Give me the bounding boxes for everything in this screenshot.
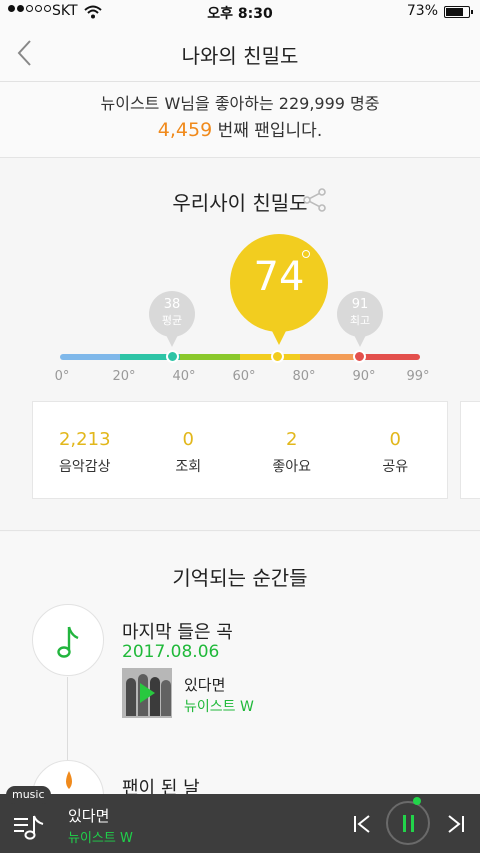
stat-views: 0 조회 bbox=[137, 402, 241, 498]
memories-section: 기억되는 순간들 마지막 들은 곡 2017.08.06 있다면 뉴이스트 W … bbox=[0, 532, 480, 794]
gauge-segment bbox=[300, 354, 360, 360]
next-track-icon[interactable] bbox=[444, 812, 468, 836]
gauge-tick: 0° bbox=[54, 369, 70, 384]
gauge-tick: 80° bbox=[292, 369, 316, 384]
activity-stats-card[interactable]: 2,213 음악감상 0 조회 2 좋아요 0 공유 bbox=[32, 401, 448, 499]
stat-listen: 2,213 음악감상 bbox=[33, 402, 137, 498]
average-label: 평균 bbox=[161, 314, 183, 327]
intimacy-title: 우리사이 친밀도 bbox=[172, 191, 308, 215]
battery-icon bbox=[444, 6, 473, 18]
max-bubble: 91 최고 bbox=[337, 291, 383, 337]
stat-value: 0 bbox=[389, 429, 401, 450]
stat-label: 조회 bbox=[175, 459, 202, 475]
next-card-peek[interactable] bbox=[460, 401, 480, 499]
gauge-segment bbox=[240, 354, 300, 360]
max-value: 91 bbox=[351, 297, 369, 312]
fan-rank-number: 4,459 bbox=[157, 119, 213, 141]
intimacy-section: 우리사이 친밀도 38 평균 91 최고 74 0° 20° 40° 60° 8… bbox=[0, 159, 480, 531]
score-value: 74 bbox=[253, 254, 305, 300]
degree-symbol bbox=[302, 250, 310, 258]
average-bubble-tail bbox=[165, 333, 179, 347]
music-note-icon bbox=[57, 626, 79, 658]
gauge-segment bbox=[180, 354, 240, 360]
score-bubble-tail bbox=[268, 323, 290, 345]
fan-count-text: 뉴이스트 W님을 좋아하는 229,999 명중 bbox=[100, 94, 380, 113]
average-marker bbox=[166, 350, 179, 363]
stat-value: 0 bbox=[182, 429, 194, 450]
page-title: 나와의 친밀도 bbox=[181, 44, 299, 68]
last-song-name[interactable]: 있다면 bbox=[184, 674, 225, 695]
music-badge: music bbox=[6, 786, 51, 804]
gauge-tick: 20° bbox=[112, 369, 136, 384]
gauge-ticks: 0° 20° 40° 60° 80° 90° 99° bbox=[0, 369, 480, 389]
last-song-circle bbox=[32, 604, 104, 676]
average-bubble: 38 평균 bbox=[149, 291, 195, 337]
playlist-icon[interactable] bbox=[10, 810, 50, 844]
max-bubble-tail bbox=[353, 333, 367, 347]
last-song-date: 2017.08.06 bbox=[122, 642, 220, 662]
max-marker bbox=[353, 350, 366, 363]
score-marker bbox=[271, 350, 284, 363]
stat-label: 음악감상 bbox=[58, 459, 111, 475]
gauge-tick: 60° bbox=[232, 369, 256, 384]
player-song-title: 있다면 bbox=[68, 807, 110, 825]
nav-bar: 나와의 친밀도 bbox=[0, 24, 480, 82]
gauge-tick: 90° bbox=[352, 369, 376, 384]
stat-shares: 0 공유 bbox=[344, 402, 448, 498]
play-icon bbox=[140, 683, 155, 703]
previous-track-icon[interactable] bbox=[350, 812, 374, 836]
gauge-segment bbox=[360, 354, 420, 360]
status-bar: SKT 오후 8:30 73% bbox=[0, 0, 480, 24]
score-bubble: 74 bbox=[230, 234, 328, 332]
stat-label: 좋아요 bbox=[272, 459, 312, 475]
share-icon[interactable] bbox=[302, 187, 328, 213]
fan-rank-section: 뉴이스트 W님을 좋아하는 229,999 명중 4,459 번째 팬입니다. bbox=[0, 82, 480, 158]
gauge-tick: 40° bbox=[172, 369, 196, 384]
max-label: 최고 bbox=[349, 314, 371, 327]
memories-title: 기억되는 순간들 bbox=[172, 566, 308, 590]
player-artist: 뉴이스트 W bbox=[68, 831, 133, 846]
mini-player[interactable]: music 있다면 뉴이스트 W bbox=[0, 786, 480, 853]
fan-day-title: 팬이 된 날 bbox=[122, 778, 200, 794]
stat-likes: 2 좋아요 bbox=[240, 402, 344, 498]
album-art[interactable] bbox=[122, 668, 172, 718]
last-song-title: 마지막 들은 곡 bbox=[122, 622, 233, 643]
stat-value: 2,213 bbox=[58, 429, 111, 450]
average-value: 38 bbox=[163, 297, 181, 312]
pause-button[interactable] bbox=[386, 797, 430, 845]
fan-rank-text: 4,459 번째 팬입니다. bbox=[0, 116, 480, 141]
last-song-artist[interactable]: 뉴이스트 W bbox=[184, 696, 254, 716]
gauge-segment bbox=[60, 354, 120, 360]
intimacy-gauge bbox=[60, 354, 420, 360]
stat-label: 공유 bbox=[382, 459, 409, 475]
progress-dot bbox=[413, 797, 421, 805]
battery-percent: 73% bbox=[406, 3, 438, 19]
gauge-tick: 99° bbox=[406, 369, 430, 384]
stat-value: 2 bbox=[286, 429, 298, 450]
fan-rank-suffix: 번째 팬입니다. bbox=[212, 121, 323, 141]
